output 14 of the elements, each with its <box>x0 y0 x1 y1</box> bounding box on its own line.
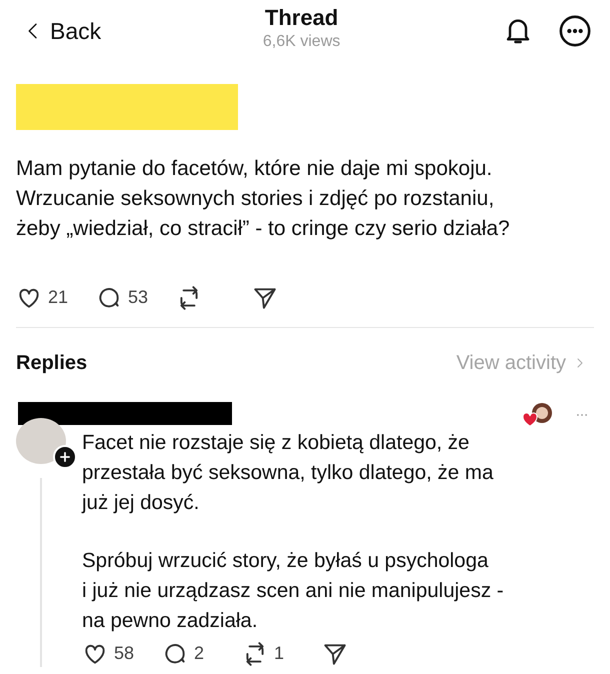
more-icon[interactable] <box>558 14 592 48</box>
post-text: Mam pytanie do facetów, które nie daje mi spokoju. Wrzucanie seksownych stories i zdjęć po rozstaniu, żeby „wiedział, co stracił” - to cringe czy serio działa? <box>16 156 511 242</box>
reply-text: Facet nie rozstaje się z kobietą dlatego, że przestała być seksowna, tylko dlatego, że ma już jej dosyć. <box>82 430 494 516</box>
view-count: 6,6K views <box>262 32 340 52</box>
reply-text: Spróbuj wrzucić story, że byłaś u psychologa i już nie urządzasz scen ani nie manipulujesz - na pewno zadziała. <box>82 548 505 634</box>
page-title: Thread <box>264 6 340 30</box>
plus-icon <box>58 450 72 464</box>
count-label: 21 <box>48 286 68 309</box>
section-title: Replies <box>16 351 88 376</box>
back-button[interactable]: Back <box>24 14 102 48</box>
count-label: 2 <box>194 642 204 665</box>
count-label: 58 <box>114 642 134 665</box>
count-label: 1 <box>274 642 284 665</box>
count-label: 53 <box>128 286 148 309</box>
